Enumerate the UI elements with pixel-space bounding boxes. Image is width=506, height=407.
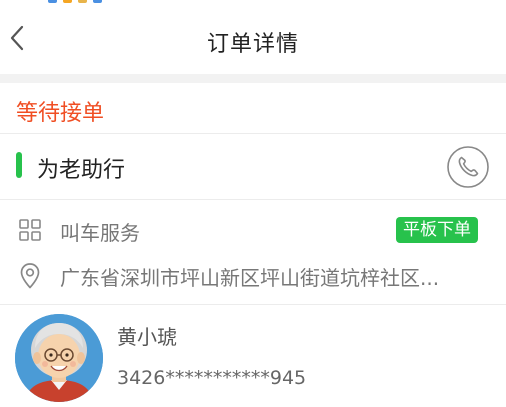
service-accent-bar	[16, 152, 22, 178]
status-bar-icons	[48, 0, 102, 3]
address-row: 广东省深圳市坪山新区坪山街道坑梓社区...	[0, 252, 506, 305]
order-status: 等待接单	[16, 101, 105, 126]
status-dot-icon	[93, 0, 102, 3]
page-title: 订单详情	[206, 32, 299, 57]
service-name: 为老助行	[37, 158, 126, 183]
service-row: 为老助行	[0, 134, 506, 200]
navigation-bar: 订单详情	[0, 6, 506, 74]
elderly-avatar	[15, 314, 103, 402]
status-dot-icon	[78, 0, 87, 3]
call-button[interactable]	[446, 145, 490, 189]
order-source-badge: 平板下单	[396, 217, 478, 243]
section-divider	[0, 74, 506, 83]
avatar-illustration	[15, 314, 103, 402]
grid-icon	[19, 219, 41, 241]
passenger-row: 黄小琥 3426***********945	[0, 305, 506, 407]
passenger-phone: 3426***********945	[117, 367, 307, 389]
status-dot-icon	[48, 0, 57, 3]
passenger-name: 黄小琥	[117, 325, 177, 349]
ride-service-row: 叫车服务 平板下单	[0, 200, 506, 252]
ride-service-label: 叫车服务	[60, 221, 140, 245]
status-dot-icon	[63, 0, 72, 3]
location-pin-icon	[20, 263, 40, 289]
pickup-address: 广东省深圳市坪山新区坪山街道坑梓社区...	[60, 266, 440, 290]
phone-icon	[447, 146, 489, 188]
order-detail-page: 订单详情 等待接单 为老助行 叫车服务 平板下单 广东省深圳市坪山新区坪山街道坑…	[0, 0, 506, 407]
order-status-row: 等待接单	[0, 83, 506, 134]
